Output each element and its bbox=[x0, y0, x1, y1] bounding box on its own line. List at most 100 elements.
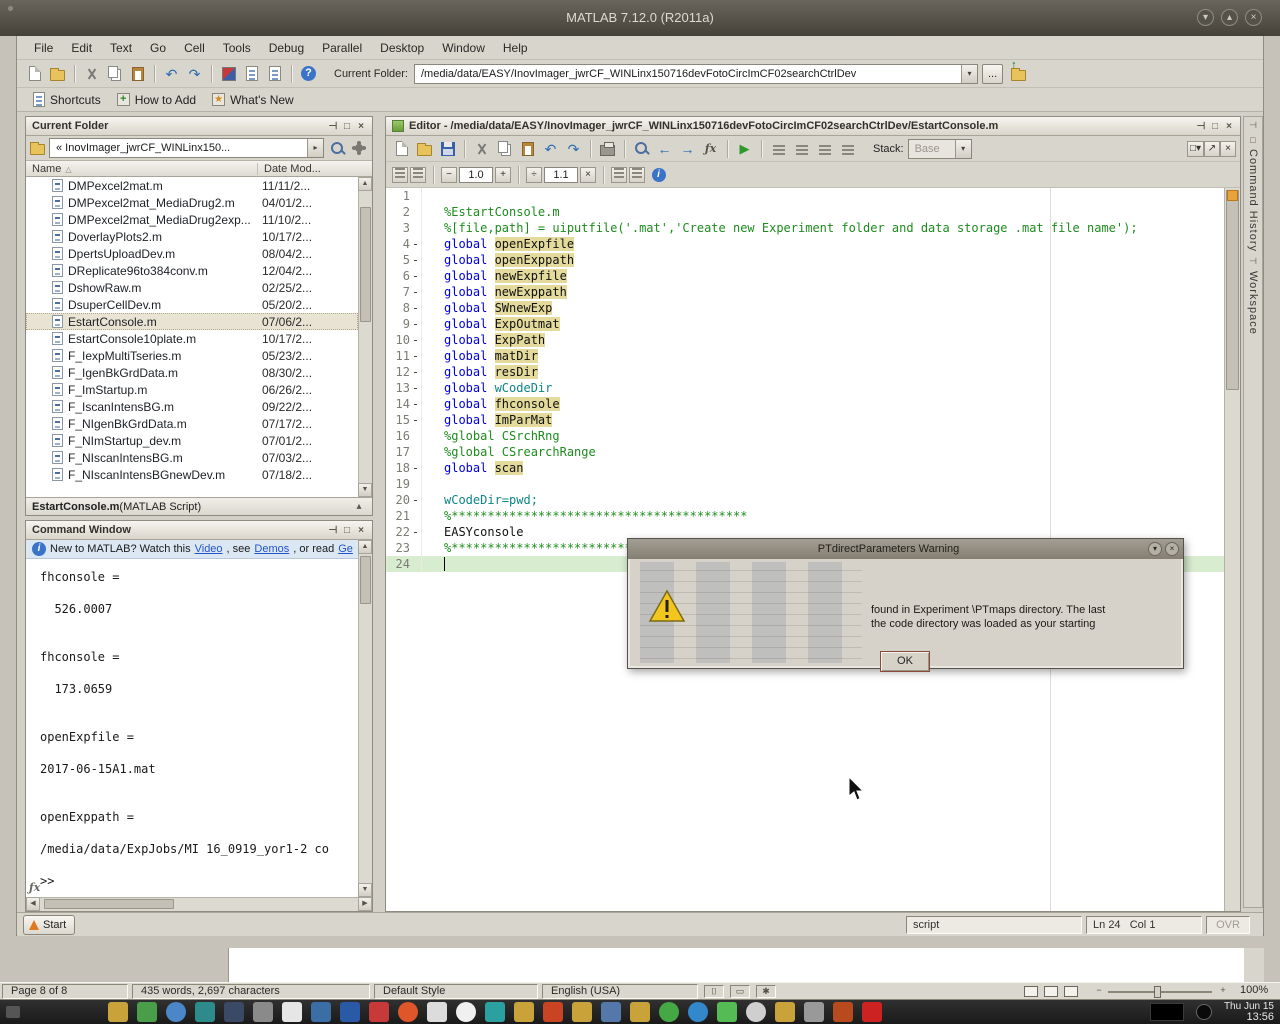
editor-line[interactable]: 1 bbox=[386, 188, 1240, 204]
editor-line[interactable]: 4-global openExpfile bbox=[386, 236, 1240, 252]
editor-line[interactable]: 5-global openExppath bbox=[386, 252, 1240, 268]
scrollbar-thumb[interactable] bbox=[360, 207, 371, 322]
scrollbar-thumb[interactable] bbox=[44, 899, 174, 909]
file-row[interactable]: DoverlayPlots2.m 10/17/2... bbox=[26, 228, 358, 245]
editor-line[interactable]: 21%*************************************… bbox=[386, 508, 1240, 524]
warning-dialog[interactable]: PTdirectParameters Warning ▾ × found in … bbox=[627, 538, 1184, 669]
file-row[interactable]: DshowRaw.m 02/25/2... bbox=[26, 279, 358, 296]
file-row[interactable]: EstartConsole.m 07/06/2... bbox=[26, 313, 358, 330]
file-row[interactable]: DMPexcel2mat_MediaDrug2exp... 11/10/2... bbox=[26, 211, 358, 228]
command-window-hscrollbar[interactable]: ◀ ▶ bbox=[26, 897, 372, 911]
paste-button[interactable] bbox=[126, 62, 149, 85]
dialog-minimize-button[interactable]: ▾ bbox=[1148, 542, 1162, 556]
forward-button[interactable]: → bbox=[676, 137, 699, 160]
tab-command-history[interactable]: Command History bbox=[1247, 149, 1259, 252]
menu-item[interactable]: File bbox=[25, 38, 62, 58]
undock-editor-button[interactable]: ↗ bbox=[1204, 141, 1220, 157]
open-file-button[interactable] bbox=[46, 62, 69, 85]
increment-value-button[interactable]: + bbox=[495, 167, 511, 183]
scroll-left-icon[interactable]: ◀ bbox=[26, 897, 40, 911]
file-row[interactable]: F_NIscanIntensBG.m 07/03/2... bbox=[26, 449, 358, 466]
editor-line[interactable]: 12-global resDir bbox=[386, 364, 1240, 380]
minimize-button[interactable]: ▾ bbox=[1197, 9, 1214, 26]
list-column-header[interactable]: Name△ Date Mod... bbox=[26, 161, 372, 177]
scrollbar-thumb[interactable] bbox=[1226, 190, 1239, 390]
menu-item[interactable]: Window bbox=[433, 38, 494, 58]
find-button[interactable] bbox=[630, 137, 653, 160]
folder-dropdown-button[interactable]: ▾ bbox=[961, 65, 977, 83]
undock-icon[interactable]: □ bbox=[1208, 121, 1222, 132]
help-button[interactable] bbox=[297, 62, 320, 85]
insert-cell-button[interactable] bbox=[392, 167, 408, 183]
step-out-button[interactable] bbox=[836, 137, 859, 160]
zoom-level[interactable]: 100% bbox=[1232, 984, 1276, 999]
language-status[interactable]: English (USA) bbox=[542, 984, 698, 999]
command-window-header[interactable]: Command Window ⊣ □ × bbox=[26, 521, 372, 540]
taskbar-app-icon[interactable] bbox=[572, 1002, 592, 1022]
run-button[interactable]: ▶ bbox=[733, 137, 756, 160]
file-row[interactable]: F_IgenBkGrdData.m 08/30/2... bbox=[26, 364, 358, 381]
editor-header[interactable]: Editor - /media/data/EASY/InovImager_jwr… bbox=[386, 117, 1240, 136]
new-file-button[interactable] bbox=[23, 62, 46, 85]
file-row[interactable]: F_IscanIntensBG.m 09/22/2... bbox=[26, 398, 358, 415]
close-editor-button[interactable]: × bbox=[1220, 141, 1236, 157]
zoom-in-icon[interactable]: + bbox=[1216, 985, 1230, 998]
menu-item[interactable]: Go bbox=[141, 38, 175, 58]
scroll-down-icon[interactable]: ▼ bbox=[358, 483, 372, 497]
paragraph-style-status[interactable]: Default Style bbox=[374, 984, 538, 999]
editor-line[interactable]: 16%global CSrchRng bbox=[386, 428, 1240, 444]
taskbar-app-icon[interactable] bbox=[543, 1002, 563, 1022]
editor-line[interactable]: 20-wCodeDir=pwd; bbox=[386, 492, 1240, 508]
step-in-button[interactable] bbox=[813, 137, 836, 160]
file-row[interactable]: DpertsUploadDev.m 08/04/2... bbox=[26, 245, 358, 262]
menu-item[interactable]: Parallel bbox=[313, 38, 371, 58]
cell-divider-button[interactable] bbox=[410, 167, 426, 183]
close-panel-icon[interactable]: × bbox=[1222, 121, 1236, 132]
system-monitor-widget[interactable] bbox=[1150, 1003, 1184, 1021]
editor-line[interactable]: 17%global CSrearchRange bbox=[386, 444, 1240, 460]
book-view-icon[interactable] bbox=[1064, 986, 1078, 997]
editor-line[interactable]: 13-global wCodeDir bbox=[386, 380, 1240, 396]
undock-icon[interactable]: □ bbox=[340, 121, 354, 132]
file-row[interactable]: DsuperCellDev.m 05/20/2... bbox=[26, 296, 358, 313]
scroll-right-icon[interactable]: ▶ bbox=[358, 897, 372, 911]
eval-cell-button[interactable] bbox=[611, 167, 627, 183]
getting-started-link[interactable]: Ge bbox=[338, 543, 353, 555]
scrollbar-thumb[interactable] bbox=[360, 556, 371, 604]
taskbar-app-icon[interactable] bbox=[282, 1002, 302, 1022]
address-dropdown-button[interactable]: ▸ bbox=[307, 139, 323, 157]
eval-cell-advance-button[interactable] bbox=[629, 167, 645, 183]
new-file-button[interactable] bbox=[390, 137, 413, 160]
menu-item[interactable]: Help bbox=[494, 38, 537, 58]
taskbar-app-icon[interactable] bbox=[804, 1002, 824, 1022]
menu-item[interactable]: Debug bbox=[260, 38, 313, 58]
editor-line[interactable]: 9-global ExpOutmat bbox=[386, 316, 1240, 332]
redo-button[interactable]: ↷ bbox=[562, 137, 585, 160]
file-details-bar[interactable]: EstartConsole.m (MATLAB Script) ▴ bbox=[26, 497, 372, 515]
command-output[interactable]: fhconsole = 526.0007 fhconsole = 173.065… bbox=[26, 559, 357, 897]
collapse-details-icon[interactable]: ▴ bbox=[352, 501, 366, 512]
editor-line[interactable]: 8-global SWnewExp bbox=[386, 300, 1240, 316]
open-file-button[interactable] bbox=[413, 137, 436, 160]
editor-line[interactable]: 6-global newExpfile bbox=[386, 268, 1240, 284]
taskbar-app-icon[interactable] bbox=[456, 1002, 476, 1022]
step-button[interactable] bbox=[790, 137, 813, 160]
tab-workspace[interactable]: Workspace bbox=[1247, 271, 1259, 335]
how-to-add-link[interactable]: How to Add bbox=[135, 93, 196, 107]
word-count-status[interactable]: 435 words, 2,697 characters bbox=[132, 984, 370, 999]
cell-mode-info-button[interactable] bbox=[647, 163, 670, 186]
zoom-slider-thumb[interactable] bbox=[1154, 986, 1161, 998]
show-desktop-button[interactable] bbox=[6, 1006, 20, 1018]
clock[interactable]: Thu Jun 15 13:56 bbox=[1224, 1001, 1274, 1023]
browse-folder-button[interactable]: ... bbox=[982, 64, 1003, 84]
file-row[interactable]: EstartConsole10plate.m 10/17/2... bbox=[26, 330, 358, 347]
file-row[interactable]: F_IexpMultiTseries.m 05/23/2... bbox=[26, 347, 358, 364]
menu-item[interactable]: Desktop bbox=[371, 38, 433, 58]
stack-combo[interactable]: Base ▾ bbox=[908, 139, 972, 159]
taskbar-app-icon[interactable] bbox=[746, 1002, 766, 1022]
taskbar-app-icon[interactable] bbox=[253, 1002, 273, 1022]
taskbar-app-icon[interactable] bbox=[688, 1002, 708, 1022]
function-hints-button[interactable]: ƒx bbox=[699, 137, 722, 160]
editor-line[interactable]: 2%EstartConsole.m bbox=[386, 204, 1240, 220]
dock-icon[interactable]: ⊣ bbox=[1194, 121, 1208, 132]
